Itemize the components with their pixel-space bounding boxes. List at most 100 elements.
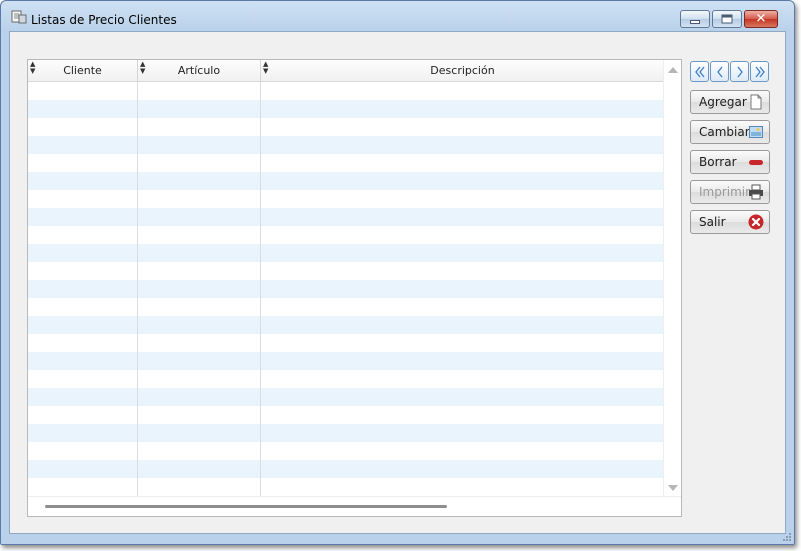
table-row[interactable] [28, 460, 664, 478]
table-row[interactable] [28, 136, 664, 154]
table-cell[interactable] [138, 208, 261, 226]
next-record-button[interactable] [730, 61, 749, 82]
scroll-up-icon[interactable] [668, 67, 678, 73]
table-cell[interactable] [28, 406, 138, 424]
table-cell[interactable] [261, 136, 664, 154]
grid-body[interactable] [28, 82, 664, 498]
table-cell[interactable] [261, 190, 664, 208]
imprimir-button[interactable]: Imprimir [690, 180, 770, 204]
table-cell[interactable] [138, 154, 261, 172]
table-cell[interactable] [138, 118, 261, 136]
table-cell[interactable] [28, 190, 138, 208]
table-cell[interactable] [138, 424, 261, 442]
table-row[interactable] [28, 352, 664, 370]
table-cell[interactable] [28, 334, 138, 352]
table-cell[interactable] [261, 154, 664, 172]
table-cell[interactable] [138, 100, 261, 118]
first-record-button[interactable] [690, 61, 709, 82]
table-cell[interactable] [261, 334, 664, 352]
horizontal-scroll-thumb[interactable] [45, 505, 447, 508]
table-cell[interactable] [28, 370, 138, 388]
table-cell[interactable] [138, 244, 261, 262]
table-cell[interactable] [138, 370, 261, 388]
table-cell[interactable] [138, 190, 261, 208]
table-cell[interactable] [261, 316, 664, 334]
table-cell[interactable] [138, 334, 261, 352]
table-cell[interactable] [28, 280, 138, 298]
table-cell[interactable] [138, 442, 261, 460]
table-cell[interactable] [138, 262, 261, 280]
table-row[interactable] [28, 262, 664, 280]
table-cell[interactable] [261, 172, 664, 190]
price-list-grid[interactable]: ▲ ▼ Cliente ▲ ▼ Artículo ▲ ▼ Descripción [27, 59, 682, 517]
table-cell[interactable] [261, 460, 664, 478]
vertical-scrollbar[interactable] [663, 60, 681, 498]
table-row[interactable] [28, 334, 664, 352]
table-cell[interactable] [261, 370, 664, 388]
table-cell[interactable] [138, 388, 261, 406]
table-row[interactable] [28, 154, 664, 172]
scroll-down-icon[interactable] [668, 485, 678, 491]
previous-record-button[interactable] [710, 61, 729, 82]
column-header-cliente[interactable]: ▲ ▼ Cliente [28, 60, 138, 82]
table-cell[interactable] [28, 136, 138, 154]
table-cell[interactable] [28, 442, 138, 460]
cambiar-button[interactable]: Cambiar [690, 120, 770, 144]
last-record-button[interactable] [750, 61, 769, 82]
salir-button[interactable]: Salir [690, 210, 770, 234]
table-cell[interactable] [28, 244, 138, 262]
table-cell[interactable] [138, 82, 261, 100]
table-cell[interactable] [261, 388, 664, 406]
table-cell[interactable] [261, 226, 664, 244]
table-cell[interactable] [261, 442, 664, 460]
table-cell[interactable] [28, 388, 138, 406]
table-cell[interactable] [28, 154, 138, 172]
table-cell[interactable] [138, 316, 261, 334]
table-cell[interactable] [28, 460, 138, 478]
table-cell[interactable] [261, 244, 664, 262]
table-row[interactable] [28, 298, 664, 316]
table-cell[interactable] [28, 208, 138, 226]
table-row[interactable] [28, 280, 664, 298]
table-row[interactable] [28, 190, 664, 208]
borrar-button[interactable]: Borrar [690, 150, 770, 174]
table-cell[interactable] [261, 82, 664, 100]
table-cell[interactable] [138, 406, 261, 424]
table-cell[interactable] [261, 100, 664, 118]
resize-grip-icon[interactable] [782, 532, 792, 542]
close-button[interactable]: ✕ [744, 10, 778, 28]
maximize-button[interactable] [712, 10, 742, 28]
table-cell[interactable] [28, 172, 138, 190]
column-header-descripcion[interactable]: ▲ ▼ Descripción [261, 60, 664, 82]
table-cell[interactable] [261, 406, 664, 424]
table-cell[interactable] [261, 298, 664, 316]
table-row[interactable] [28, 316, 664, 334]
table-cell[interactable] [28, 316, 138, 334]
table-row[interactable] [28, 388, 664, 406]
table-row[interactable] [28, 226, 664, 244]
table-cell[interactable] [261, 352, 664, 370]
table-cell[interactable] [138, 460, 261, 478]
table-row[interactable] [28, 100, 664, 118]
table-cell[interactable] [261, 280, 664, 298]
table-cell[interactable] [261, 208, 664, 226]
table-row[interactable] [28, 172, 664, 190]
column-header-articulo[interactable]: ▲ ▼ Artículo [138, 60, 261, 82]
table-row[interactable] [28, 478, 664, 496]
table-row[interactable] [28, 208, 664, 226]
table-cell[interactable] [138, 352, 261, 370]
table-cell[interactable] [28, 352, 138, 370]
table-row[interactable] [28, 424, 664, 442]
table-cell[interactable] [28, 424, 138, 442]
agregar-button[interactable]: Agregar [690, 90, 770, 114]
table-cell[interactable] [138, 226, 261, 244]
table-cell[interactable] [138, 478, 261, 496]
table-cell[interactable] [138, 280, 261, 298]
table-row[interactable] [28, 82, 664, 100]
table-cell[interactable] [261, 424, 664, 442]
table-cell[interactable] [28, 226, 138, 244]
table-row[interactable] [28, 370, 664, 388]
table-cell[interactable] [261, 262, 664, 280]
table-cell[interactable] [28, 118, 138, 136]
table-row[interactable] [28, 244, 664, 262]
